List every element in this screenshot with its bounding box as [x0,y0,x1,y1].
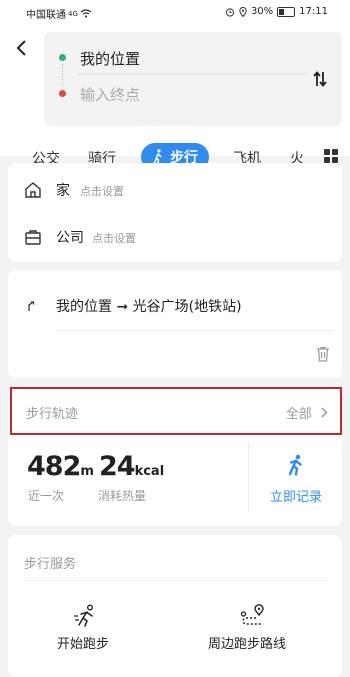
history-divider [56,330,334,331]
wifi-icon [80,9,92,18]
place-name-company: 公司 [56,230,84,246]
walk-track-header[interactable]: 步行轨迹 全部 [10,387,342,435]
favorite-places-card: 家 点击设置 公司 点击设置 [8,163,342,262]
place-hint-company: 点击设置 [92,232,136,245]
distance-stat: 482m [27,451,94,482]
nearby-routes-label: 周边跑步路线 [208,637,287,652]
back-arrow-icon[interactable] [12,38,32,58]
runner-icon [74,604,93,627]
battery-percent: 30% [250,6,274,17]
place-hint-home: 点击设置 [80,185,124,198]
place-row-home[interactable]: 家 点击设置 [8,167,342,213]
place-name-home: 家 [56,183,70,199]
home-icon [25,182,41,198]
distance-unit: m [80,464,94,479]
services-divider [24,580,328,581]
start-location-field[interactable]: 我的位置 [80,48,140,69]
calorie-unit: kcal [134,464,165,479]
start-dot-icon [59,54,66,61]
place-row-company[interactable]: 公司 点击设置 [8,214,342,260]
route-connector [62,64,64,86]
location-icon [239,6,247,17]
network-label: 4G [68,9,78,18]
walk-services-title: 步行服务 [24,557,77,572]
record-now-button[interactable]: 立即记录 [258,452,334,508]
route-divider [78,74,308,75]
view-all-link[interactable]: 全部 [286,403,328,422]
carrier-label: 中国联通 [26,10,66,21]
briefcase-icon [25,230,41,245]
start-running-button[interactable]: 开始跑步 [40,600,132,656]
battery-icon [277,6,296,17]
route-header: 我的位置 输入终点 公交 骑行 步行 飞机 火 [0,24,350,171]
status-bar: 中国联通 4G 30% 17:11 [0,0,350,24]
trash-icon[interactable] [316,346,330,362]
end-dot-icon [59,90,66,97]
history-route-item[interactable]: 我的位置 ➞ 光谷广场(地铁站) [56,296,242,316]
walk-track-title: 步行轨迹 [26,407,79,422]
route-history-card: 我的位置 ➞ 光谷广场(地铁站) [8,270,342,378]
swap-icon[interactable] [312,70,328,93]
distance-label: 近一次 [28,489,65,503]
record-now-label: 立即记录 [270,490,323,505]
calorie-value: 24 [99,451,136,482]
chevron-right-icon [321,407,328,418]
clock: 17:11 [299,6,328,17]
more-modes-icon[interactable] [324,149,338,163]
start-running-label: 开始跑步 [57,637,110,652]
stats-divider [248,442,249,512]
alarm-icon [225,7,235,17]
route-input-box: 我的位置 输入终点 [44,32,342,126]
distance-value: 482 [27,451,81,482]
nearby-routes-button[interactable]: 周边跑步路线 [204,600,304,656]
view-all-label: 全部 [285,407,312,422]
calorie-stat: 24kcal [99,451,164,482]
destination-input[interactable]: 输入终点 [80,84,140,105]
calorie-label: 消耗热量 [98,489,147,503]
runner-blue-icon [288,454,302,476]
route-pin-icon [240,604,264,625]
route-turn-icon [28,301,35,311]
